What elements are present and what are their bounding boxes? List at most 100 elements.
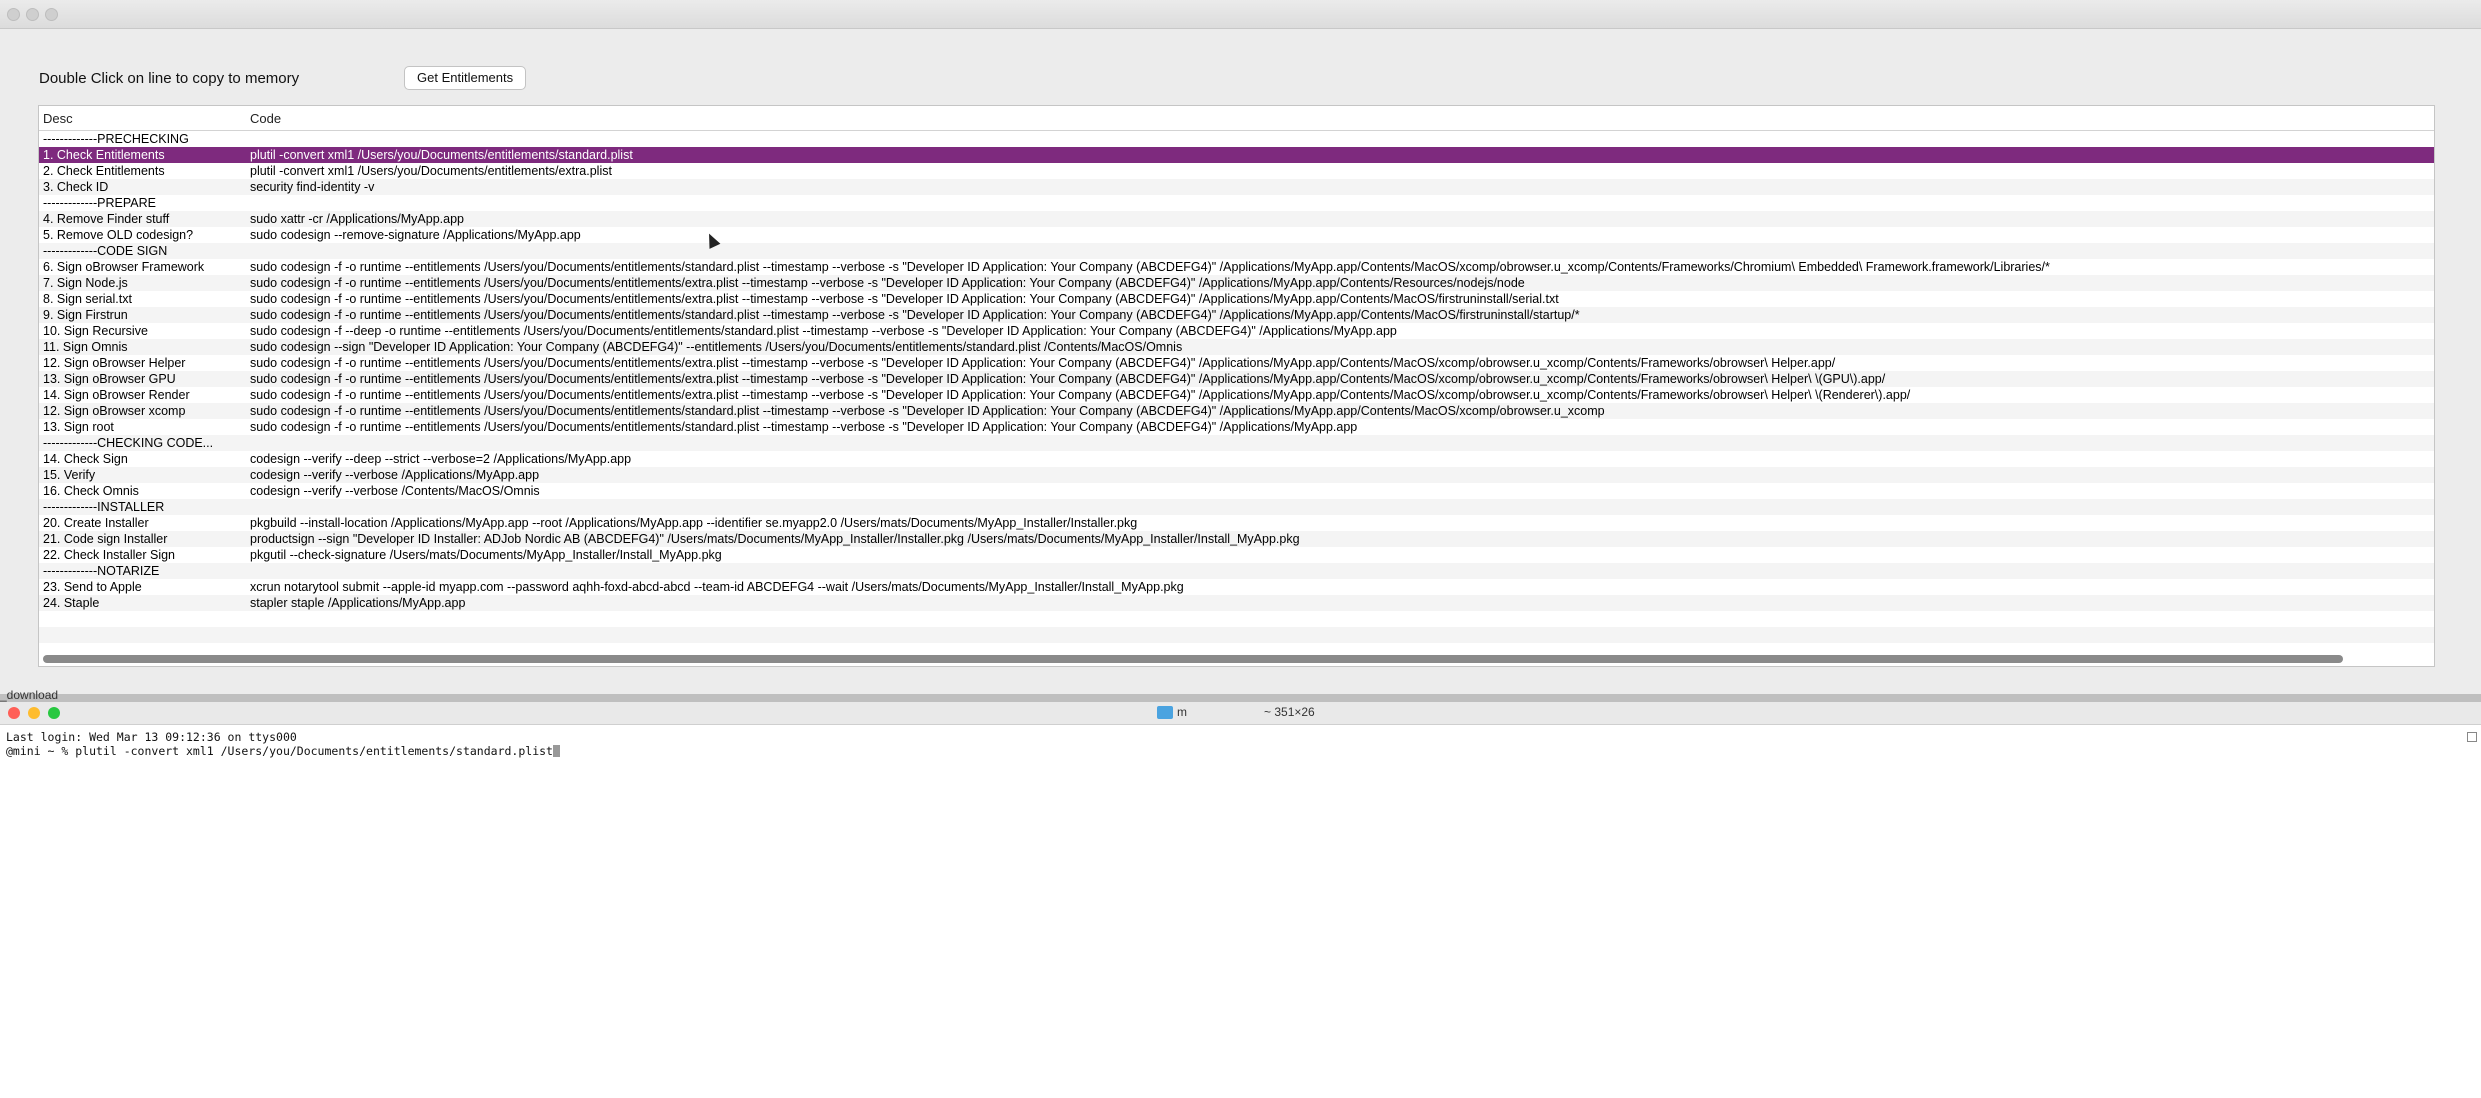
row-desc: 20. Create Installer — [43, 516, 149, 530]
terminal-size: ~ 351×26 — [1264, 705, 1315, 719]
row-desc: 15. Verify — [43, 468, 96, 482]
row-code: sudo codesign -f -o runtime --entitlemen… — [250, 420, 1358, 434]
window-separator — [0, 694, 2481, 702]
row-desc: 14. Check Sign — [43, 452, 128, 466]
row-desc: -------------CHECKING CODE... — [43, 436, 214, 450]
horizontal-scrollbar[interactable] — [43, 655, 2343, 663]
table-row[interactable]: 24. Staple stapler staple /Applications/M… — [39, 595, 2434, 611]
row-desc: 24. Staple — [43, 596, 100, 610]
row-code: codesign --verify --verbose /Contents/Ma… — [250, 484, 540, 498]
table-row[interactable]: -------------PREPARE — [39, 195, 2434, 211]
close-button-inactive[interactable] — [7, 8, 20, 21]
commands-table[interactable]: Desc Code -------------PRECHECKING 1. Che… — [38, 105, 2435, 667]
table-row[interactable]: 23. Send to Apple xcrun notarytool submit… — [39, 579, 2434, 595]
table-header: Desc Code — [39, 106, 2434, 131]
row-desc: 13. Sign root — [43, 420, 114, 434]
row-code: sudo xattr -cr /Applications/MyApp.app — [250, 212, 464, 226]
row-desc: 10. Sign Recursive — [43, 324, 148, 338]
row-code: pkgbuild --install-location /Application… — [250, 516, 1138, 530]
row-desc: -------------CODE SIGN — [43, 244, 168, 258]
table-row[interactable]: 3. Check ID security find-identity -v — [39, 179, 2434, 195]
row-code: pkgutil --check-signature /Users/mats/Do… — [250, 548, 722, 562]
table-row[interactable]: -------------INSTALLER — [39, 499, 2434, 515]
column-header-desc[interactable]: Desc — [43, 111, 73, 126]
empty-row — [39, 611, 2434, 627]
row-code: sudo codesign -f -o runtime --entitlemen… — [250, 308, 1580, 322]
table-row[interactable]: 2. Check Entitlements plutil -convert xml… — [39, 163, 2434, 179]
row-code: productsign --sign "Developer ID Install… — [250, 532, 1300, 546]
entitlements-app-window: Double Click on line to copy to memory G… — [0, 0, 2481, 694]
terminal-window[interactable]: m ~ 351×26 Last login: Wed Mar 13 09:12:… — [0, 702, 2481, 1098]
row-desc: 11. Sign Omnis — [43, 340, 128, 354]
row-code: plutil -convert xml1 /Users/you/Document… — [250, 164, 612, 178]
row-desc: 4. Remove Finder stuff — [43, 212, 170, 226]
row-code: sudo codesign -f -o runtime --entitlemen… — [250, 388, 1911, 402]
table-row[interactable]: 12. Sign oBrowser Helper sudo codesign -f… — [39, 355, 2434, 371]
table-row[interactable]: 22. Check Installer Sign pkgutil --check-… — [39, 547, 2434, 563]
table-row[interactable]: 4. Remove Finder stuff sudo xattr -cr /Ap… — [39, 211, 2434, 227]
get-entitlements-button[interactable]: Get Entitlements — [404, 66, 527, 90]
table-row[interactable]: 14. Sign oBrowser Render sudo codesign -f… — [39, 387, 2434, 403]
terminal-content[interactable]: Last login: Wed Mar 13 09:12:36 on ttys0… — [6, 730, 560, 758]
zoom-button-inactive[interactable] — [45, 8, 58, 21]
row-desc: 12. Sign oBrowser xcomp — [43, 404, 186, 418]
table-row[interactable]: 8. Sign serial.txt sudo codesign -f -o ru… — [39, 291, 2434, 307]
table-row[interactable]: 9. Sign Firstrun sudo codesign -f -o runt… — [39, 307, 2434, 323]
row-desc: 5. Remove OLD codesign? — [43, 228, 194, 242]
table-row[interactable]: 12. Sign oBrowser xcomp sudo codesign -f … — [39, 403, 2434, 419]
table-row[interactable]: -------------NOTARIZE — [39, 563, 2434, 579]
row-desc: 13. Sign oBrowser GPU — [43, 372, 176, 386]
row-code: sudo codesign -f -o runtime --entitlemen… — [250, 372, 1886, 386]
row-code: sudo codesign --remove-signature /Applic… — [250, 228, 581, 242]
row-desc: -------------PREPARE — [43, 196, 156, 210]
table-row[interactable]: -------------CODE SIGN — [39, 243, 2434, 259]
row-code: stapler staple /Applications/MyApp.app — [250, 596, 466, 610]
row-desc: 6. Sign oBrowser Framework — [43, 260, 205, 274]
row-desc: 2. Check Entitlements — [43, 164, 165, 178]
table-row[interactable]: 15. Verify codesign --verify --verbose /A… — [39, 467, 2434, 483]
row-desc: 7. Sign Node.js — [43, 276, 128, 290]
table-row[interactable]: 10. Sign Recursive sudo codesign -f --dee… — [39, 323, 2434, 339]
table-row[interactable]: 6. Sign oBrowser Framework sudo codesign … — [39, 259, 2434, 275]
table-row[interactable]: 20. Create Installer pkgbuild --install-l… — [39, 515, 2434, 531]
table-row[interactable]: -------------PRECHECKING — [39, 131, 2434, 147]
row-desc: 3. Check ID — [43, 180, 109, 194]
table-row[interactable]: 16. Check Omnis codesign --verify --verbo… — [39, 483, 2434, 499]
table-row[interactable]: 7. Sign Node.js sudo codesign -f -o runti… — [39, 275, 2434, 291]
row-code: sudo codesign -f -o runtime --entitlemen… — [250, 356, 1836, 370]
scroll-indicator-icon — [2467, 732, 2477, 742]
row-code: security find-identity -v — [250, 180, 375, 194]
row-code: sudo codesign -f -o runtime --entitlemen… — [250, 260, 2050, 274]
row-code: xcrun notarytool submit --apple-id myapp… — [250, 580, 1184, 594]
table-row[interactable]: 21. Code sign Installer productsign --sig… — [39, 531, 2434, 547]
table-body: -------------PRECHECKING 1. Check Entitle… — [39, 131, 2434, 659]
minimize-button-inactive[interactable] — [26, 8, 39, 21]
table-row[interactable]: 5. Remove OLD codesign? sudo codesign --r… — [39, 227, 2434, 243]
row-desc: 23. Send to Apple — [43, 580, 142, 594]
table-row[interactable]: 1. Check Entitlements plutil -convert xml… — [39, 147, 2434, 163]
table-row[interactable]: 13. Sign oBrowser GPU sudo codesign -f -o… — [39, 371, 2434, 387]
row-code: sudo codesign -f --deep -o runtime --ent… — [250, 324, 1397, 338]
empty-row — [39, 627, 2434, 643]
table-row[interactable]: 11. Sign Omnis sudo codesign --sign "Deve… — [39, 339, 2434, 355]
row-desc: 16. Check Omnis — [43, 484, 139, 498]
row-code: plutil -convert xml1 /Users/you/Document… — [250, 148, 633, 162]
table-row[interactable]: 13. Sign root sudo codesign -f -o runtime… — [39, 419, 2434, 435]
instruction-label: Double Click on line to copy to memory — [39, 70, 300, 87]
close-icon[interactable] — [8, 707, 20, 719]
column-header-code[interactable]: Code — [250, 111, 281, 126]
zoom-icon[interactable] — [48, 707, 60, 719]
row-desc: 12. Sign oBrowser Helper — [43, 356, 186, 370]
row-desc: -------------INSTALLER — [43, 500, 165, 514]
table-row[interactable]: -------------CHECKING CODE... — [39, 435, 2434, 451]
table-row[interactable]: 14. Check Sign codesign --verify --deep -… — [39, 451, 2434, 467]
row-desc: -------------NOTARIZE — [43, 564, 160, 578]
row-desc: 8. Sign serial.txt — [43, 292, 132, 306]
terminal-folder-name: m — [1177, 705, 1187, 719]
prompt-line: @mini ~ % plutil -convert xml1 /Users/yo… — [6, 744, 553, 758]
background-window-fragment: _download — [0, 688, 59, 702]
minimize-icon[interactable] — [28, 707, 40, 719]
row-desc: 9. Sign Firstrun — [43, 308, 128, 322]
row-code: sudo codesign --sign "Developer ID Appli… — [250, 340, 1183, 354]
folder-icon — [1157, 706, 1173, 719]
